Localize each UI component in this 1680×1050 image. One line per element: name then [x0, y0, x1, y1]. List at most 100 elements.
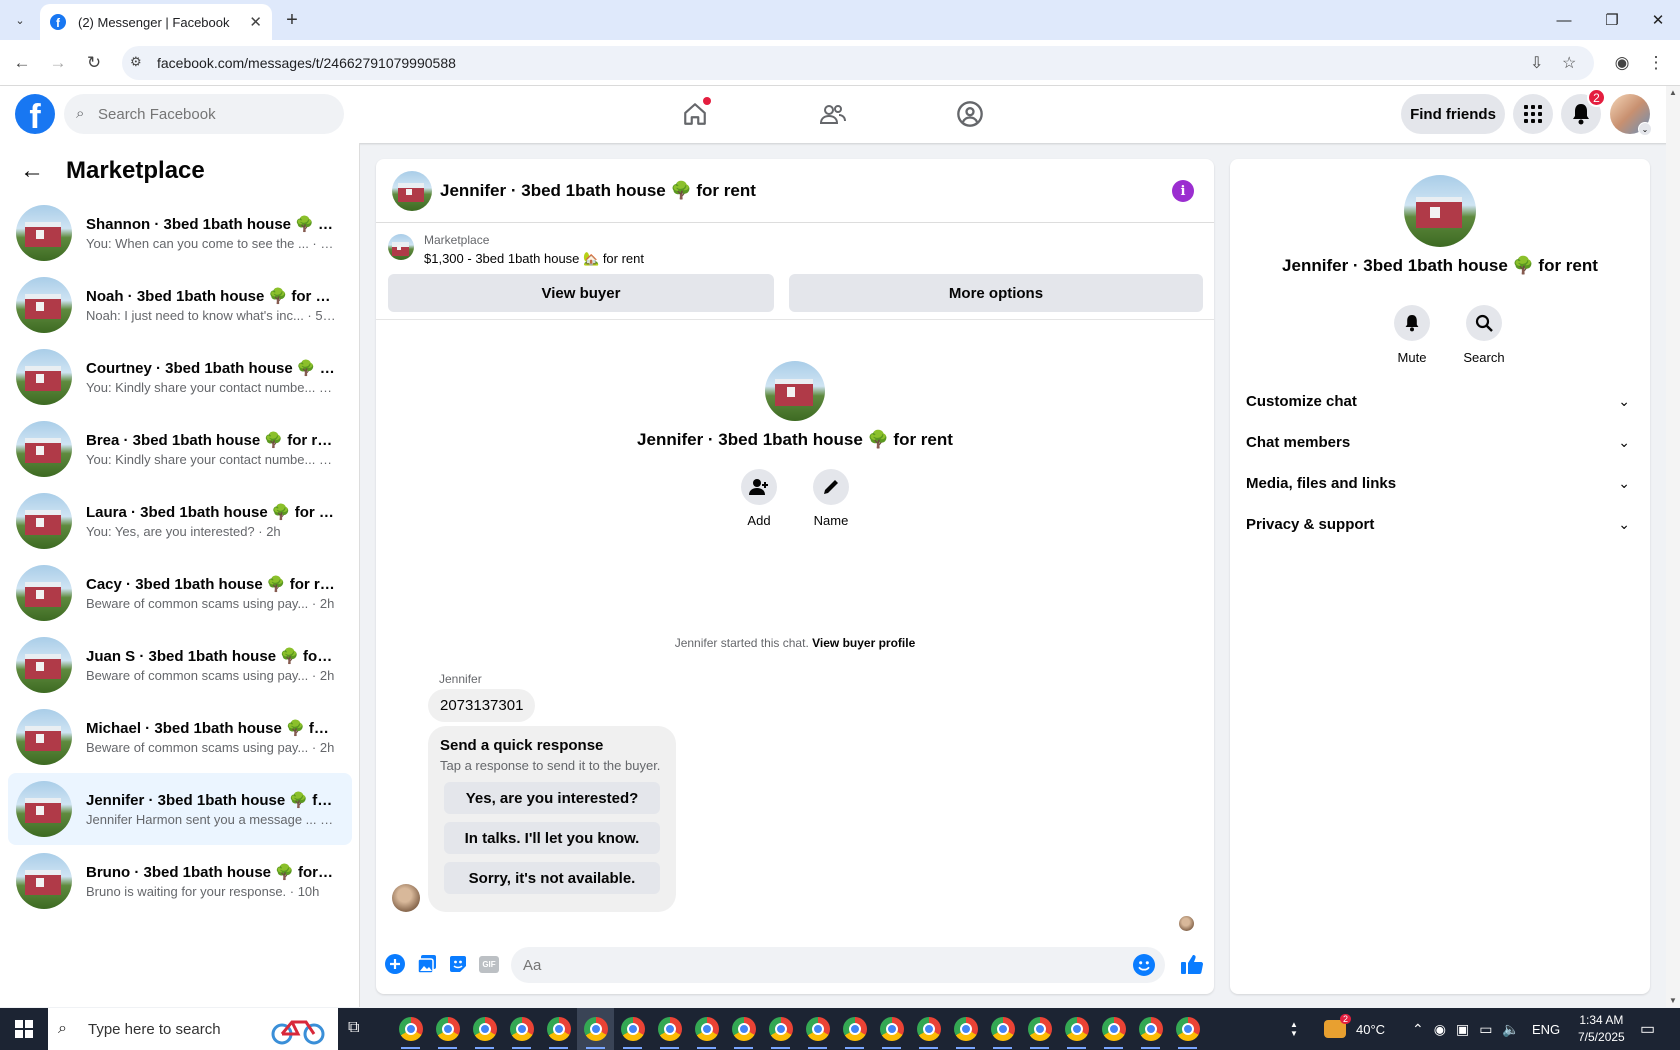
chrome-taskbar-icon[interactable]	[725, 1008, 762, 1050]
back-arrow-icon[interactable]: ←	[20, 157, 44, 185]
media-files-section[interactable]: Media, files and links ⌄	[1246, 465, 1634, 501]
browser-tab[interactable]: f (2) Messenger | Facebook ✕	[40, 4, 272, 40]
chat-members-section[interactable]: Chat members ⌄	[1246, 424, 1634, 460]
task-view-icon[interactable]: ⧉	[348, 1019, 359, 1037]
details-avatar[interactable]	[1404, 175, 1476, 247]
install-app-icon[interactable]: ⇩	[1530, 53, 1543, 73]
network-icon[interactable]: ▭	[1479, 1021, 1492, 1038]
weather-widget[interactable]: 2 40°C	[1324, 1008, 1385, 1050]
chrome-taskbar-icon[interactable]	[1095, 1008, 1132, 1050]
chrome-taskbar-icon[interactable]	[910, 1008, 947, 1050]
chrome-taskbar-icon[interactable]	[429, 1008, 466, 1050]
plus-circle-icon[interactable]	[384, 953, 406, 975]
url-field[interactable]: ⚙ facebook.com/messages/t/24662791079990…	[122, 46, 1594, 80]
customize-chat-section[interactable]: Customize chat ⌄	[1246, 383, 1634, 419]
tab-search-dropdown[interactable]: ⌄	[8, 8, 32, 32]
conversation-item[interactable]: Bruno · 3bed 1bath house 🌳 for r... Bruno…	[8, 845, 352, 917]
chrome-taskbar-icon[interactable]	[1169, 1008, 1206, 1050]
listing-title[interactable]: $1,300 - 3bed 1bath house 🏡 for rent	[424, 251, 644, 267]
chrome-taskbar-icon[interactable]	[614, 1008, 651, 1050]
scroll-up-icon[interactable]: ▲	[1669, 88, 1677, 97]
conversation-item[interactable]: Courtney · 3bed 1bath house 🌳 fo... You: …	[8, 341, 352, 413]
tab-close-icon[interactable]: ✕	[249, 13, 262, 31]
listing-thumbnail[interactable]	[388, 234, 414, 260]
chrome-taskbar-icon[interactable]	[1058, 1008, 1095, 1050]
volume-icon[interactable]: 🔈	[1502, 1021, 1519, 1038]
conversation-item-active[interactable]: Jennifer · 3bed 1bath house 🌳 for... Jenn…	[8, 773, 352, 845]
system-tray-icons[interactable]: ⌃ ◉ ▣ ▭ 🔈	[1412, 1008, 1520, 1050]
chrome-taskbar-icon[interactable]	[1021, 1008, 1058, 1050]
search-conversation-button[interactable]: Search	[1454, 305, 1514, 365]
url-text[interactable]: facebook.com/messages/t/2466279107999058…	[157, 55, 456, 71]
gif-icon[interactable]: GIF	[478, 953, 500, 975]
sticker-icon[interactable]	[447, 953, 469, 975]
privacy-support-section[interactable]: Privacy & support ⌄	[1246, 506, 1634, 542]
more-options-button[interactable]: More options	[789, 274, 1203, 312]
chrome-taskbar-icon[interactable]	[762, 1008, 799, 1050]
taskbar-scroll-arrows[interactable]: ▲ ▼	[1290, 1008, 1298, 1050]
chrome-taskbar-icon[interactable]	[799, 1008, 836, 1050]
groups-nav-button[interactable]	[948, 92, 992, 136]
scroll-down-icon[interactable]: ▼	[1669, 996, 1677, 1005]
chrome-taskbar-icon[interactable]	[836, 1008, 873, 1050]
notifications-button[interactable]: 2	[1561, 88, 1606, 134]
quick-response-button[interactable]: Sorry, it's not available.	[444, 862, 660, 894]
bookmark-star-icon[interactable]: ☆	[1562, 53, 1576, 73]
taskbar-search[interactable]: ⌕ Type here to search	[48, 1008, 338, 1050]
language-indicator[interactable]: ENG	[1532, 1008, 1560, 1050]
chat-avatar[interactable]	[392, 171, 432, 211]
reload-button[interactable]: ↻	[82, 51, 106, 75]
site-info-icon[interactable]: ⚙	[130, 54, 142, 70]
conversation-item[interactable]: Cacy · 3bed 1bath house 🌳 for rent Beware…	[8, 557, 352, 629]
chevron-up-icon[interactable]: ⌃	[1412, 1021, 1424, 1038]
chrome-taskbar-icon[interactable]	[947, 1008, 984, 1050]
clock[interactable]: 1:34 AM 7/5/2025	[1578, 1008, 1625, 1050]
conversation-item[interactable]: Shannon · 3bed 1bath house 🌳 fo... You: W…	[8, 197, 352, 269]
conversation-item[interactable]: Brea · 3bed 1bath house 🌳 for rent You: K…	[8, 413, 352, 485]
restore-button[interactable]: ❐	[1588, 0, 1636, 40]
new-tab-button[interactable]: +	[280, 8, 304, 32]
name-chat-action[interactable]: Name	[801, 469, 861, 528]
back-button[interactable]: ←	[10, 51, 34, 75]
view-buyer-profile-link[interactable]: View buyer profile	[812, 636, 915, 650]
chrome-taskbar-icon-active[interactable]	[577, 1008, 614, 1050]
facebook-search[interactable]: ⌕	[64, 94, 344, 134]
account-avatar[interactable]: ⌄	[1610, 94, 1652, 136]
chrome-taskbar-icon[interactable]	[392, 1008, 429, 1050]
facebook-search-input[interactable]	[98, 94, 328, 134]
chat-title[interactable]: Jennifer · 3bed 1bath house 🌳 for rent	[440, 181, 756, 201]
message-input[interactable]	[523, 947, 1083, 983]
thumbs-up-icon[interactable]	[1180, 953, 1204, 975]
sender-avatar[interactable]	[392, 884, 420, 912]
conversation-item[interactable]: Laura · 3bed 1bath house 🌳 for rent You: …	[8, 485, 352, 557]
notification-center-icon[interactable]: ▭	[1640, 1008, 1655, 1050]
chrome-taskbar-icon[interactable]	[651, 1008, 688, 1050]
info-icon[interactable]: i	[1172, 180, 1194, 202]
record-icon[interactable]: ◉	[1434, 1021, 1446, 1038]
forward-button[interactable]: →	[46, 51, 70, 75]
message-bubble[interactable]: 2073137301	[428, 689, 536, 722]
home-nav-button[interactable]	[673, 92, 717, 136]
quick-response-button[interactable]: Yes, are you interested?	[444, 782, 660, 814]
friends-nav-button[interactable]	[811, 92, 855, 136]
chrome-taskbar-icon[interactable]	[1132, 1008, 1169, 1050]
emoji-icon[interactable]	[1133, 954, 1155, 976]
find-friends-button[interactable]: Find friends	[1401, 94, 1505, 134]
chrome-taskbar-icon[interactable]	[466, 1008, 503, 1050]
view-buyer-button[interactable]: View buyer	[388, 274, 774, 312]
chrome-taskbar-icon[interactable]	[984, 1008, 1021, 1050]
menu-grid-button[interactable]	[1513, 94, 1553, 134]
facebook-logo-icon[interactable]: f	[15, 94, 55, 134]
start-button[interactable]	[0, 1008, 48, 1050]
quick-response-button[interactable]: In talks. I'll let you know.	[444, 822, 660, 854]
chrome-taskbar-icon[interactable]	[873, 1008, 910, 1050]
conversation-item[interactable]: Juan S · 3bed 1bath house 🌳 for r... Bewa…	[8, 629, 352, 701]
mute-button[interactable]: Mute	[1382, 305, 1442, 365]
photo-icon[interactable]	[416, 953, 438, 975]
minimize-button[interactable]: —	[1540, 0, 1588, 40]
chrome-menu-icon[interactable]: ⋮	[1644, 51, 1668, 75]
profile-icon[interactable]: ◉	[1610, 51, 1634, 75]
chrome-taskbar-icon[interactable]	[540, 1008, 577, 1050]
add-people-action[interactable]: Add	[729, 469, 789, 528]
conversation-item[interactable]: Noah · 3bed 1bath house 🌳 for rent Noah: …	[8, 269, 352, 341]
